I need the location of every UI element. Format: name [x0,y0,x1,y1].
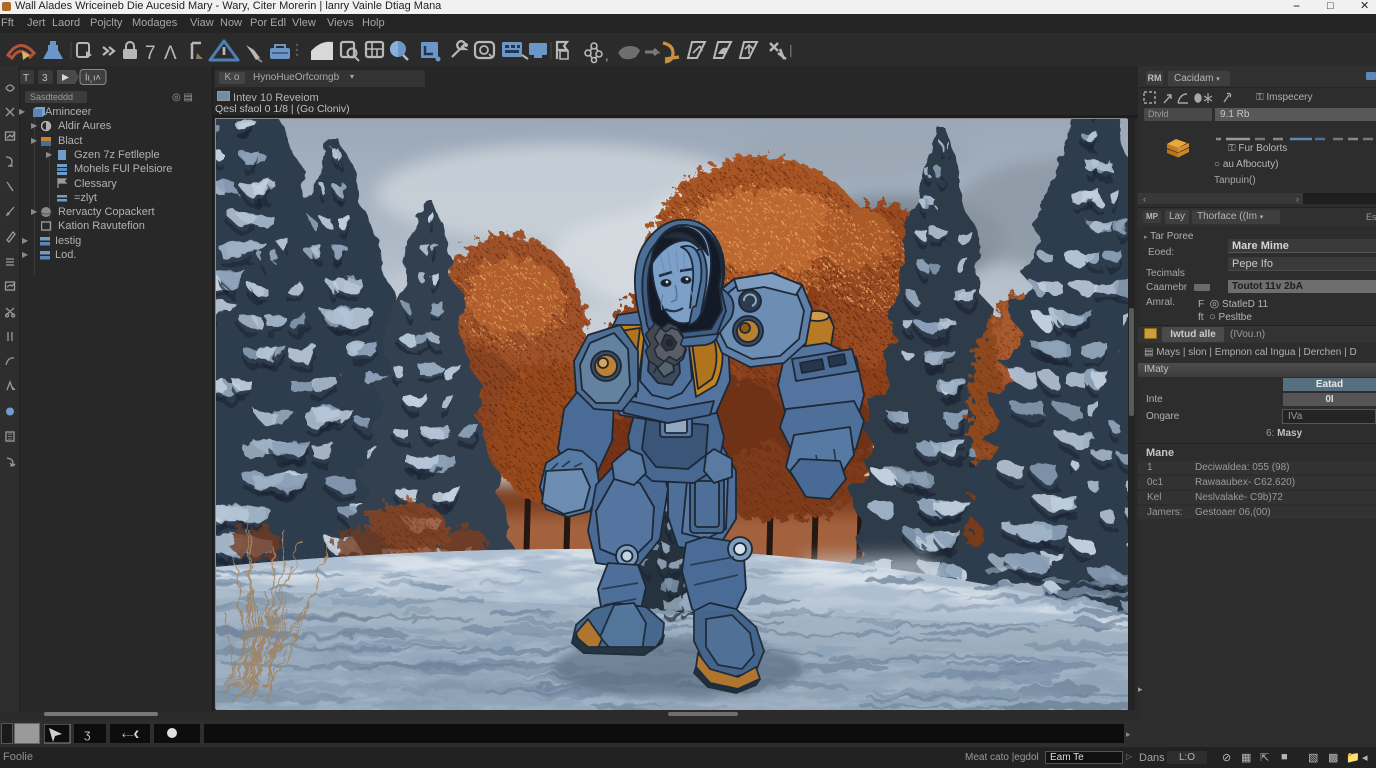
svg-text:▸: ▸ [1126,729,1131,739]
svg-text:İı˛ı˄: İı˛ı˄ [85,73,101,83]
svg-text:T: T [23,73,29,84]
svg-text:ʒ: ʒ [84,727,91,741]
svg-text:3: 3 [42,73,48,84]
svg-text:,: , [605,48,609,63]
svg-text:Λ: Λ [164,43,177,64]
svg-text:⤎❮: ⤎❮ [122,729,139,741]
svg-text:7: 7 [145,43,156,64]
